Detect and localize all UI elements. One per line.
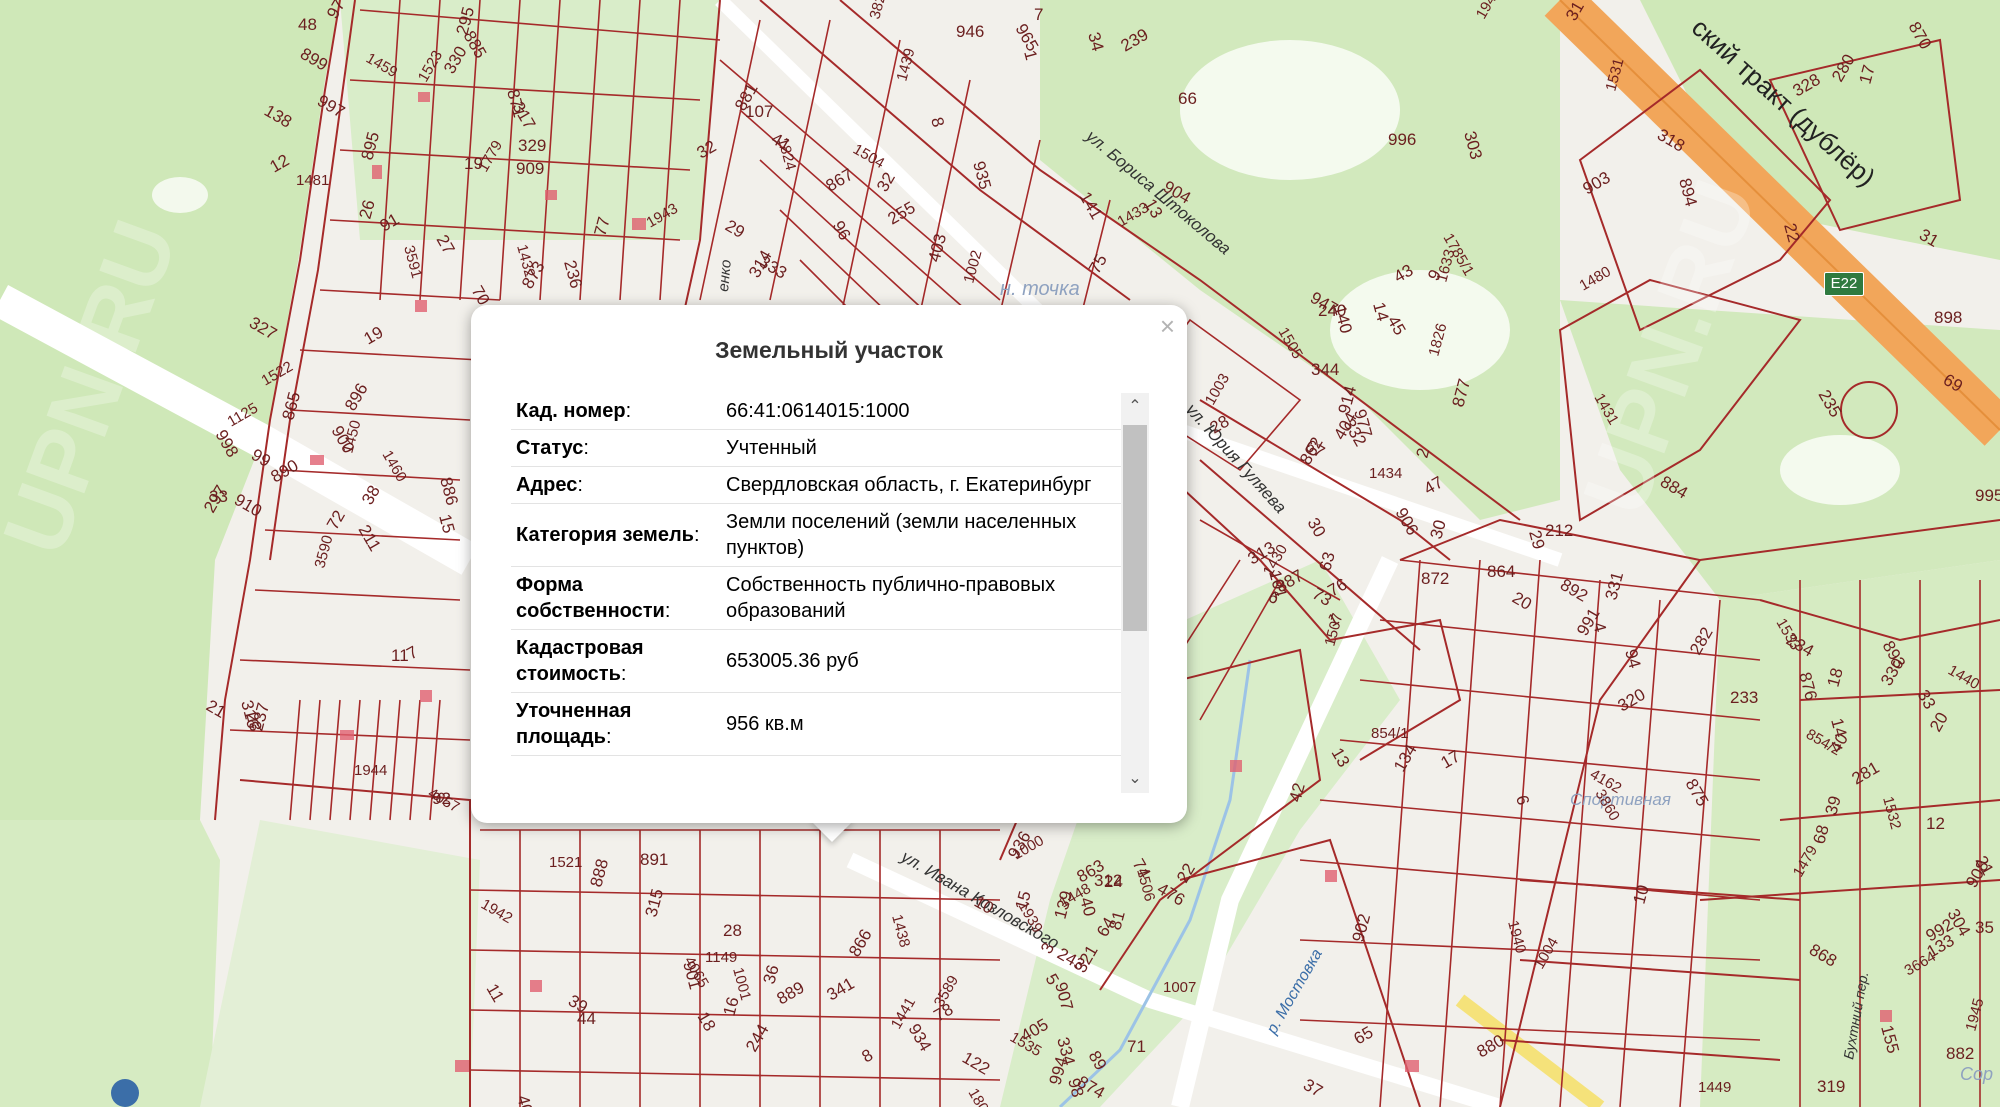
parcel-number[interactable]: 872 (1421, 569, 1449, 588)
parcel-number[interactable]: 1434 (1369, 465, 1402, 482)
parcel-number[interactable]: 35 (1975, 918, 1994, 937)
street-label: Спортивная (1570, 790, 1671, 809)
parcel-number[interactable]: 7 (1034, 5, 1043, 24)
info-key-text: Форма собственности (516, 574, 665, 622)
info-row: Кадастровая стоимость: 653005.36 руб (511, 629, 1121, 693)
parcel-number[interactable]: 71 (1127, 1037, 1146, 1056)
parcel-number[interactable]: 48 (298, 15, 317, 34)
parcel-number[interactable]: 909 (516, 159, 544, 178)
info-value: 653005.36 руб (721, 629, 1121, 693)
info-row: Адрес: Свердловская область, г. Екатеринб… (511, 466, 1121, 504)
parcel-number[interactable]: 891 (640, 850, 668, 869)
info-key: Категория земель: (511, 503, 721, 567)
info-key: Форма собственности: (511, 566, 721, 630)
parcel-number[interactable]: 1007 (1163, 979, 1196, 996)
info-key-text: Статус (516, 437, 584, 459)
popup-tip (810, 820, 854, 842)
parcel-number[interactable]: 946 (956, 22, 984, 41)
info-key: Статус: (511, 429, 721, 467)
info-value: Учтенный (721, 429, 1121, 467)
info-key: Адрес: (511, 466, 721, 504)
parcel-number[interactable]: 19 (464, 154, 483, 173)
parcel-number[interactable]: 1149 (705, 949, 737, 966)
info-value: 956 кв.м (721, 692, 1121, 756)
info-key-text: Уточненная площадь (516, 700, 632, 748)
parcel-number[interactable]: 24 (1104, 872, 1123, 891)
parcel-number[interactable]: 44 (577, 1009, 596, 1028)
parcel-number[interactable]: 212 (1545, 521, 1573, 540)
parcel-number[interactable]: 1481 (296, 172, 329, 189)
parcel-number[interactable]: 1944 (354, 762, 387, 779)
chevron-down-icon[interactable]: ⌄ (1121, 765, 1149, 793)
info-row: Уточненная площадь: 956 кв.м (511, 692, 1121, 756)
parcel-number[interactable]: 329 (518, 136, 546, 155)
info-value: Свердловская область, г. Екатеринбург (721, 466, 1121, 504)
popup-info-table: Кад. номер: 66:41:0614015:1000 Статус: Учте… (511, 393, 1121, 793)
street-label: Сор (1960, 1064, 1993, 1084)
parcel-number[interactable]: 66 (1178, 89, 1197, 108)
parcel-number[interactable]: 233 (1730, 688, 1758, 707)
parcel-number[interactable]: 28 (723, 921, 742, 940)
road-badge: E22 (1824, 272, 1864, 296)
parcel-number[interactable]: 319 (1817, 1077, 1845, 1096)
street-label: н. точка (1000, 278, 1080, 300)
info-key-text: Адрес (516, 474, 578, 496)
info-row: Кад. номер: 66:41:0614015:1000 (511, 393, 1121, 430)
info-row: Статус: Учтенный (511, 429, 1121, 467)
info-key-text: Категория земель (516, 524, 694, 546)
parcel-number[interactable]: 995 (1975, 486, 2000, 505)
info-value: 66:41:0614015:1000 (721, 393, 1121, 430)
close-icon[interactable]: × (1160, 313, 1175, 339)
info-row: Категория земель: Земли поселений (земли … (511, 503, 1121, 567)
info-row: Форма собственности: Собственность публич… (511, 566, 1121, 630)
parcel-number[interactable]: 864 (1487, 562, 1515, 581)
parcel-number[interactable]: 1521 (549, 854, 582, 871)
chevron-up-icon[interactable]: ⌃ (1121, 393, 1149, 421)
popup-title: Земельный участок (715, 337, 943, 363)
accessibility-icon (111, 1079, 139, 1107)
parcel-number[interactable]: 33 (209, 487, 228, 506)
info-key: Уточненная площадь: (511, 692, 721, 756)
info-key: Кадастровая стоимость: (511, 629, 721, 693)
parcel-number[interactable]: 12 (1926, 814, 1945, 833)
parcel-number[interactable]: 1449 (1698, 1079, 1731, 1096)
scroll-thumb[interactable] (1123, 425, 1147, 631)
parcel-number[interactable]: 898 (1934, 308, 1962, 327)
popup-scrollbar[interactable]: ⌃ ⌄ (1121, 393, 1149, 793)
info-value: Собственность публично-правовых образова… (721, 566, 1121, 630)
info-key-text: Кад. номер (516, 400, 626, 422)
parcel-popup: × Земельный участок Кад. номер: 66:41:061… (471, 305, 1187, 823)
parcel-number[interactable]: 996 (1388, 130, 1416, 149)
info-key: Кад. номер: (511, 393, 721, 430)
info-value: Земли поселений (земли населенных пункто… (721, 503, 1121, 567)
parcel-number[interactable]: 344 (1311, 360, 1339, 379)
parcel-number[interactable]: 11 (391, 646, 409, 665)
parcel-number[interactable]: 882 (1946, 1044, 1974, 1063)
parcel-number[interactable]: 854/1 (1371, 725, 1409, 742)
street-label: енко (715, 259, 735, 292)
